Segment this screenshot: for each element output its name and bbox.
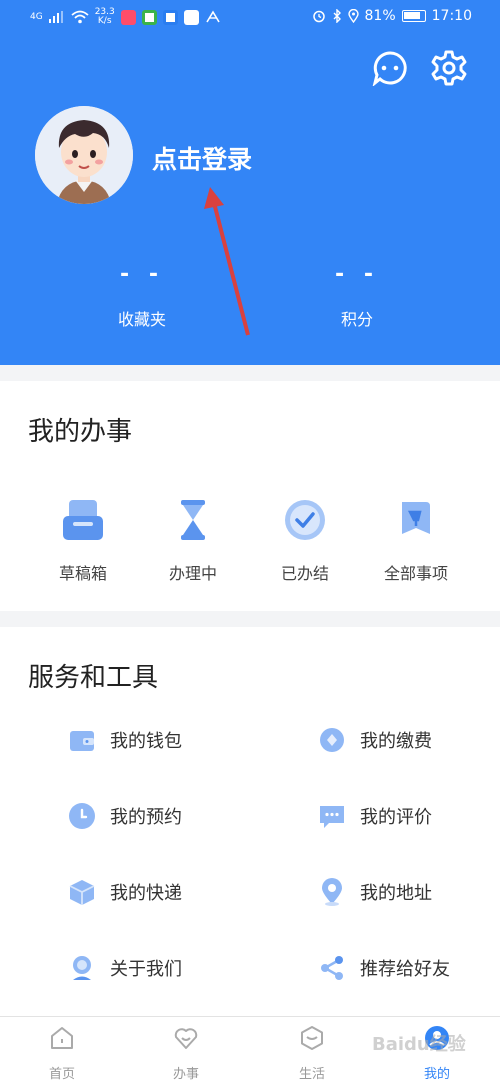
tool-label: 我的评价 [360,807,432,828]
status-bar: 4G 23.3 K/s 81% 17:10 [0,0,500,34]
task-drafts[interactable]: 草稿箱 [33,498,133,584]
wifi-icon [71,10,89,24]
tool-payment[interactable]: 我的缴费 [317,723,432,757]
notification-app-icon [162,9,178,25]
notification-app-icon [120,9,136,25]
points-label: 积分 [340,310,373,329]
red-arrow-annotation [204,187,250,336]
task-in-progress[interactable]: 办理中 [143,498,243,584]
battery-percent: 81% [364,8,396,24]
tool-appointment[interactable]: 我的预约 [67,799,182,833]
tool-label: 我的缴费 [360,731,432,752]
login-button[interactable]: 点击登录 [152,140,252,176]
task-all-items[interactable]: 全部事项 [366,498,466,584]
tool-label: 我的快递 [110,883,182,904]
tool-label: 我的地址 [360,883,432,904]
heart-icon [174,1028,198,1049]
tool-label: 我的预约 [110,807,182,828]
task-completed[interactable]: 已办结 [255,498,355,584]
notification-app-icon [183,9,199,25]
nav-label: 我的 [423,1067,450,1082]
check-icon [285,500,325,540]
bookmark-icon [402,502,430,534]
profile-header: 4G 23.3 K/s 81% 17:10 点击登录 - - 收藏夹 - - 积… [0,0,500,365]
nav-home[interactable]: 首页 [22,1025,102,1082]
tool-wallet[interactable]: 我的钱包 [67,723,182,757]
signal-text: 4G [30,11,43,22]
tool-label: 推荐给好友 [360,959,450,980]
points-stat[interactable]: - - 积分 [297,262,417,330]
battery-icon [401,10,426,22]
nav-services[interactable]: 办事 [146,1025,226,1082]
message-icon[interactable] [372,50,408,86]
tool-express[interactable]: 我的快递 [67,875,182,909]
hexagon-icon [301,1026,323,1050]
bluetooth-icon [333,9,341,23]
hourglass-icon [181,500,205,540]
tool-label: 关于我们 [110,959,182,980]
cartoon-avatar-icon [35,106,133,204]
points-value: - - [335,262,379,287]
favorites-value: - - [120,262,164,287]
package-icon [69,880,95,905]
clock-time: 17:10 [431,8,472,24]
tool-about[interactable]: 关于我们 [67,951,182,985]
task-label: 办理中 [168,564,217,583]
task-label: 草稿箱 [58,564,107,583]
notification-app-icon [141,9,157,25]
tool-review[interactable]: 我的评价 [317,799,432,833]
drafts-icon [63,500,103,540]
nav-label: 生活 [298,1067,325,1082]
tool-share[interactable]: 推荐给好友 [317,951,450,985]
task-label: 已办结 [280,564,329,583]
share-icon [321,956,343,980]
settings-icon[interactable] [431,50,467,86]
signal-icon [48,11,63,23]
nav-life[interactable]: 生活 [272,1025,352,1082]
task-label: 全部事项 [383,564,448,583]
tool-label: 我的钱包 [110,731,182,752]
clock-icon [69,803,95,829]
favorites-label: 收藏夹 [117,310,166,329]
alarm-icon [312,10,325,23]
comment-icon [320,806,344,828]
home-icon [51,1027,73,1049]
network-speed: 23.3 K/s [94,7,115,26]
nav-label: 办事 [172,1067,199,1082]
tools-title: 服务和工具 [28,663,159,693]
tool-address[interactable]: 我的地址 [317,875,432,909]
my-tasks-title: 我的办事 [28,417,133,447]
wallet-icon [70,731,94,751]
location-icon [322,878,342,906]
notification-app-icon [206,10,220,23]
watermark-text: Baidu经验 [372,1034,466,1055]
payment-icon [320,728,344,752]
location-status-icon [347,9,359,23]
user-icon [73,956,91,980]
avatar[interactable] [35,106,133,204]
nav-label: 首页 [48,1067,75,1082]
favorites-stat[interactable]: - - 收藏夹 [82,262,202,330]
